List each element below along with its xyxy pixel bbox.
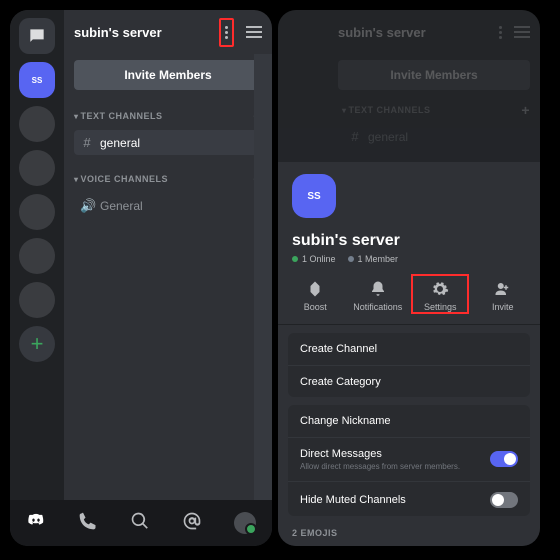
speaker-icon: 🔊 <box>80 198 94 214</box>
member-dot-icon <box>348 256 354 262</box>
member-count: 1 Member <box>358 254 399 264</box>
server-rail: SS + <box>10 10 64 500</box>
channel-panel: subin's server Invite Members ▾TEXT CHAN… <box>64 10 272 500</box>
add-server-button[interactable]: + <box>19 326 55 362</box>
section-label: TEXT CHANNELS <box>81 111 163 121</box>
voice-channel-general[interactable]: 🔊 General <box>74 193 262 219</box>
voice-channels-header[interactable]: ▾VOICE CHANNELS + <box>74 171 262 187</box>
more-menu-highlight <box>219 18 234 47</box>
nav-search-button[interactable] <box>130 511 150 536</box>
online-count: 1 Online <box>302 254 336 264</box>
server-blur[interactable] <box>19 282 55 318</box>
gear-icon <box>431 280 449 298</box>
boost-button[interactable]: Boost <box>288 280 342 312</box>
invite-button[interactable]: Invite <box>476 280 530 312</box>
phone-icon <box>78 511 98 531</box>
notifications-button[interactable]: Notifications <box>351 280 405 312</box>
bell-icon <box>369 280 387 298</box>
nav-mentions-button[interactable] <box>182 511 202 536</box>
change-nickname-row[interactable]: Change Nickname <box>288 405 530 437</box>
invite-icon <box>494 280 512 298</box>
dm-toggle[interactable] <box>490 451 518 467</box>
settings-button[interactable]: Settings <box>413 280 467 312</box>
phone-server-sheet: subin's server Invite Members ▾TEXT CHAN… <box>278 10 540 546</box>
channel-label: General <box>100 199 143 213</box>
action-label: Notifications <box>353 302 402 312</box>
mention-icon <box>182 511 202 531</box>
nav-profile-button[interactable] <box>234 512 256 534</box>
server-blur[interactable] <box>19 150 55 186</box>
create-category-row[interactable]: Create Category <box>288 365 530 397</box>
server-blur[interactable] <box>19 238 55 274</box>
dim-invite: Invite Members <box>338 60 530 90</box>
search-icon <box>130 511 150 531</box>
voice-channels-section: ▾VOICE CHANNELS + 🔊 General <box>64 165 272 219</box>
emoji-header: 2 EMOJIS <box>288 524 530 538</box>
hide-muted-toggle[interactable] <box>490 492 518 508</box>
more-menu-button[interactable] <box>225 26 228 39</box>
action-label: Invite <box>492 302 514 312</box>
online-dot-icon <box>292 256 298 262</box>
server-blur[interactable] <box>19 194 55 230</box>
chevron-down-icon: ▾ <box>74 175 79 184</box>
row-sublabel: Allow direct messages from server member… <box>300 462 460 471</box>
action-label: Boost <box>304 302 327 312</box>
nav-discord-button[interactable] <box>26 511 46 536</box>
phone-channel-list: SS + subin's server Invite Members ▾TEXT… <box>10 10 272 546</box>
row-label: Direct Messages <box>300 448 382 460</box>
hash-icon: # <box>80 135 94 150</box>
server-blur[interactable] <box>19 106 55 142</box>
dim-title: subin's server <box>338 25 426 40</box>
invite-members-button[interactable]: Invite Members <box>74 60 262 90</box>
server-options-sheet: SS subin's server 1 Online 1 Member Boos… <box>278 162 540 546</box>
member-list-button[interactable] <box>246 26 262 38</box>
create-channel-row[interactable]: Create Channel <box>288 333 530 365</box>
speech-bubble-icon <box>27 26 47 46</box>
direct-messages-row[interactable]: Direct Messages Allow direct messages fr… <box>288 437 530 481</box>
section-label: VOICE CHANNELS <box>81 174 169 184</box>
dimmed-background: subin's server Invite Members ▾TEXT CHAN… <box>278 10 540 162</box>
nav-friends-button[interactable] <box>78 511 98 536</box>
channel-header: subin's server <box>64 10 272 54</box>
sheet-action-row: Boost Notifications Settings Invite <box>278 274 540 325</box>
options-list: Create Channel Create Category Change Ni… <box>278 325 540 546</box>
channel-general[interactable]: # general <box>74 130 262 155</box>
sheet-server-name: subin's server <box>292 232 526 250</box>
chevron-down-icon: ▾ <box>74 112 79 121</box>
server-avatar: SS <box>292 174 336 218</box>
discord-icon <box>26 511 46 531</box>
action-label: Settings <box>424 302 457 312</box>
server-title: subin's server <box>74 25 162 40</box>
dm-button[interactable] <box>19 18 55 54</box>
boost-icon <box>306 280 324 298</box>
server-icon[interactable]: SS <box>19 62 55 98</box>
bottom-nav <box>10 500 272 546</box>
presence-line: 1 Online 1 Member <box>292 254 526 264</box>
row-label: Hide Muted Channels <box>300 494 406 506</box>
text-channels-section: ▾TEXT CHANNELS + # general <box>64 102 272 155</box>
hide-muted-row[interactable]: Hide Muted Channels <box>288 481 530 516</box>
text-channels-header[interactable]: ▾TEXT CHANNELS + <box>74 108 262 124</box>
chat-peek <box>254 54 272 500</box>
channel-label: general <box>100 136 140 150</box>
